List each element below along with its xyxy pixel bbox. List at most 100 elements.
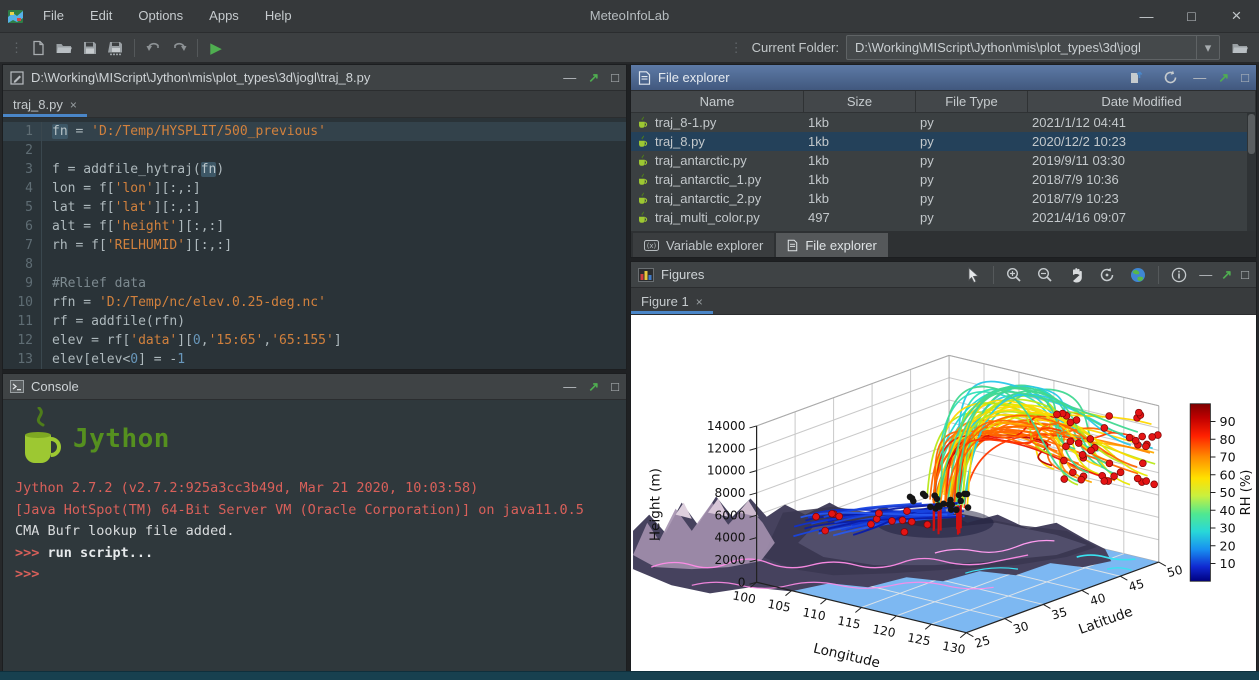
editor-tab-traj8[interactable]: traj_8.py × — [3, 92, 87, 117]
panel-maximize-button[interactable]: □ — [611, 380, 619, 393]
z-tick-label: 2000 — [715, 553, 746, 567]
end-point-red — [1067, 419, 1074, 426]
start-point-black — [953, 507, 959, 513]
copy-path-button[interactable] — [1125, 67, 1147, 89]
panel-float-button[interactable]: ↗ — [1221, 268, 1232, 281]
panel-minimize-button[interactable]: — — [1193, 71, 1206, 84]
file-row[interactable]: traj_8-1.py 1kb py 2021/1/12 04:41 — [631, 113, 1256, 132]
panel-float-button[interactable]: ↗ — [588, 380, 599, 393]
right-column: File explorer — ↗ □ — [630, 64, 1257, 672]
window-minimize-button[interactable]: — — [1124, 0, 1169, 32]
tab-file-explorer[interactable]: File explorer — [776, 233, 888, 257]
column-header-date[interactable]: Date Modified — [1028, 91, 1256, 112]
file-row[interactable]: traj_antarctic.py 1kb py 2019/9/11 03:30 — [631, 151, 1256, 170]
tab-variable-explorer[interactable]: (x) Variable explorer — [633, 233, 774, 257]
y-tick — [1005, 619, 1012, 623]
refresh-icon[interactable] — [1159, 67, 1181, 89]
pointer-tool-icon[interactable] — [962, 264, 984, 286]
rotate-tool-icon[interactable] — [1096, 264, 1118, 286]
end-point-red — [1060, 457, 1067, 464]
info-tool-icon[interactable] — [1168, 264, 1190, 286]
file-row[interactable]: traj_antarctic_1.py 1kb py 2018/7/9 10:3… — [631, 170, 1256, 189]
menu-options[interactable]: Options — [125, 0, 196, 32]
save-button[interactable] — [77, 36, 103, 60]
browse-folder-button[interactable] — [1227, 36, 1253, 60]
line-number: 6 — [3, 217, 42, 236]
tab-close-icon[interactable]: × — [70, 98, 77, 112]
column-header-size[interactable]: Size — [804, 91, 916, 112]
file-row-selected[interactable]: traj_8.py 1kb py 2020/12/2 10:23 — [631, 132, 1256, 151]
current-folder-value[interactable]: D:\Working\MIScript\Jython\mis\plot_type… — [847, 40, 1196, 55]
y-axis-label: Latitude — [1077, 604, 1135, 638]
file-row[interactable]: traj_multi_color.py 497 py 2021/4/16 09:… — [631, 208, 1256, 227]
save-as-button[interactable] — [103, 36, 129, 60]
start-point-black — [965, 504, 971, 510]
python-file-icon — [637, 154, 650, 167]
x-tick-label: 120 — [871, 622, 896, 640]
main-area: D:\Working\MIScript\Jython\mis\plot_type… — [2, 64, 1257, 672]
panel-float-button[interactable]: ↗ — [588, 71, 599, 84]
line-number: 4 — [3, 179, 42, 198]
y-tick — [1043, 604, 1050, 608]
colorbar-tick-label: 50 — [1220, 485, 1236, 500]
menu-file[interactable]: File — [30, 0, 77, 32]
panel-maximize-button[interactable]: □ — [1241, 268, 1249, 281]
python-file-icon — [637, 173, 650, 186]
panel-minimize-button[interactable]: — — [563, 380, 576, 393]
line-number: 2 — [3, 141, 42, 160]
toolbar-separator — [197, 39, 198, 57]
console-output[interactable]: Jython Jython 2.7.2 (v2.7.2:925a3cc3b49d… — [3, 400, 626, 671]
figures-title-bar: Figures — [631, 262, 1256, 288]
panel-maximize-button[interactable]: □ — [611, 71, 619, 84]
redo-button[interactable] — [166, 36, 192, 60]
file-table-header: Name Size File Type Date Modified — [631, 91, 1256, 113]
menu-apps[interactable]: Apps — [196, 0, 252, 32]
file-row[interactable]: traj_antarctic_2.py 1kb py 2018/7/9 10:2… — [631, 189, 1256, 208]
z-tick-label: 12000 — [707, 441, 746, 455]
end-point-red — [901, 529, 908, 536]
panel-minimize-button[interactable]: — — [563, 71, 576, 84]
start-point-black — [927, 504, 933, 510]
menu-edit[interactable]: Edit — [77, 0, 125, 32]
line-number: 10 — [3, 293, 42, 312]
chevron-down-icon[interactable]: ▾ — [1196, 36, 1219, 59]
python-file-icon — [637, 116, 650, 129]
column-header-filetype[interactable]: File Type — [916, 91, 1028, 112]
colorbar-tick-label: 90 — [1220, 414, 1236, 429]
window-maximize-button[interactable]: □ — [1169, 0, 1214, 32]
figure-tab-1[interactable]: Figure 1 × — [631, 289, 713, 314]
current-folder-combobox[interactable]: D:\Working\MIScript\Jython\mis\plot_type… — [846, 35, 1220, 60]
panel-maximize-button[interactable]: □ — [1241, 71, 1249, 84]
table-scrollbar[interactable] — [1247, 112, 1256, 231]
end-point-red — [875, 510, 882, 517]
end-point-red — [1106, 460, 1113, 467]
zoom-in-tool-icon[interactable] — [1003, 264, 1025, 286]
python-file-icon — [637, 211, 650, 224]
run-script-button[interactable]: ▶ — [203, 36, 229, 60]
open-file-button[interactable] — [51, 36, 77, 60]
new-file-button[interactable] — [25, 36, 51, 60]
globe-tool-icon[interactable] — [1127, 264, 1149, 286]
line-number: 5 — [3, 198, 42, 217]
console-prompt[interactable]: >>> — [15, 564, 614, 586]
end-point-red — [1061, 476, 1068, 483]
scrollbar-thumb[interactable] — [1248, 114, 1255, 154]
pan-hand-tool-icon[interactable] — [1065, 264, 1087, 286]
tab-close-icon[interactable]: × — [696, 295, 703, 309]
code-line: 7rh = f['RELHUMID'][:,:] — [3, 236, 626, 255]
window-close-button[interactable]: × — [1214, 0, 1259, 32]
column-header-name[interactable]: Name — [631, 91, 804, 112]
code-editor[interactable]: 1fn = 'D:/Temp/HYSPLIT/500_previous' 2 3… — [3, 118, 626, 369]
panel-minimize-button[interactable]: — — [1199, 268, 1212, 281]
undo-button[interactable] — [140, 36, 166, 60]
zoom-out-tool-icon[interactable] — [1034, 264, 1056, 286]
console-panel-buttons: — ↗ □ — [563, 380, 619, 393]
panel-float-button[interactable]: ↗ — [1218, 71, 1229, 84]
y-tick — [966, 633, 973, 637]
figure-canvas[interactable]: 0200040006000800010000120001400010010511… — [631, 315, 1256, 671]
end-point-red — [1078, 476, 1085, 483]
line-number: 8 — [3, 255, 42, 274]
menu-help[interactable]: Help — [252, 0, 305, 32]
grid-line — [757, 400, 949, 471]
current-folder-label: Current Folder: — [752, 40, 839, 55]
